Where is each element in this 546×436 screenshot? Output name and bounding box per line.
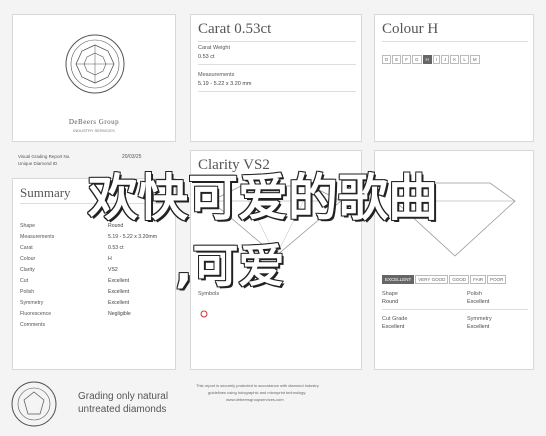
carat-weight-label: Carat Weight [198,45,230,51]
colour-J: J [441,55,450,64]
security-note-1: This report is securely protected in acc… [196,383,319,388]
report-id-label: Unique Diamond ID [18,161,58,166]
cut-shape-label: Shape [382,291,398,297]
colour-F: F [402,55,412,64]
measurements-value: 5.19 - 5.22 x 3.20 mm [198,81,252,87]
carat-title: Carat 0.53ct [198,21,272,37]
colour-G: G [412,55,422,64]
colour-K: K [450,55,460,64]
tagline-1: Grading only natural [78,391,169,402]
tagline-2: untreated diamonds [78,404,167,415]
polish-label: Polish [467,291,482,297]
brand-name: DeBeers Group [68,118,120,126]
symmetry-label: Symmetry [467,316,492,322]
cut-good: GOOD [449,275,470,284]
symmetry-value: Excellent [467,324,490,330]
report-number-label: Visual Grading Report No. [18,154,71,159]
colour-E: E [392,55,402,64]
colour-scale: D E F G H I J K L M [382,55,481,64]
website-link[interactable]: www.debeersgroupservices.com [226,397,284,402]
cut-very-good: VERY GOOD [415,275,449,284]
cut-scale: EXCELLENT VERY GOOD GOOD FAIR POOR [382,275,507,284]
diamond-seal-icon [65,34,125,94]
logo-panel: DeBeers Group Industry Services [12,14,176,142]
natural-seal-icon [11,381,57,427]
colour-I: I [432,55,441,64]
colour-title: Colour H [382,21,439,37]
pinpoint-symbol-icon [200,310,208,318]
cut-shape-value: Round [382,299,399,305]
overlay-subtitle: ,可爱 [174,238,285,294]
colour-M: M [469,55,480,64]
cut-grade-value: Excellent [382,324,405,330]
colour-panel: Colour H D E F G H I J K L M [374,14,534,142]
colour-D: D [382,55,392,64]
carat-weight-value: 0.53 ct [198,54,215,60]
polish-value: Excellent [467,299,490,305]
security-note-2: guidelines using holographic and micropr… [208,390,307,395]
cut-fair: FAIR [470,275,487,284]
cut-poor: POOR [487,275,507,284]
colour-H: H [422,55,432,64]
measurements-label: Measurements [198,72,235,78]
cut-grade-label: Cut Grade [382,316,408,322]
colour-L: L [460,55,469,64]
cut-excellent: EXCELLENT [382,275,415,284]
brand-sub: Industry Services [73,128,115,133]
summary-title: Summary [20,185,71,200]
carat-panel: Carat 0.53ct Carat Weight 0.53 ct Measur… [190,14,362,142]
overlay-title: 欢快可爱的歌曲 [87,168,439,228]
